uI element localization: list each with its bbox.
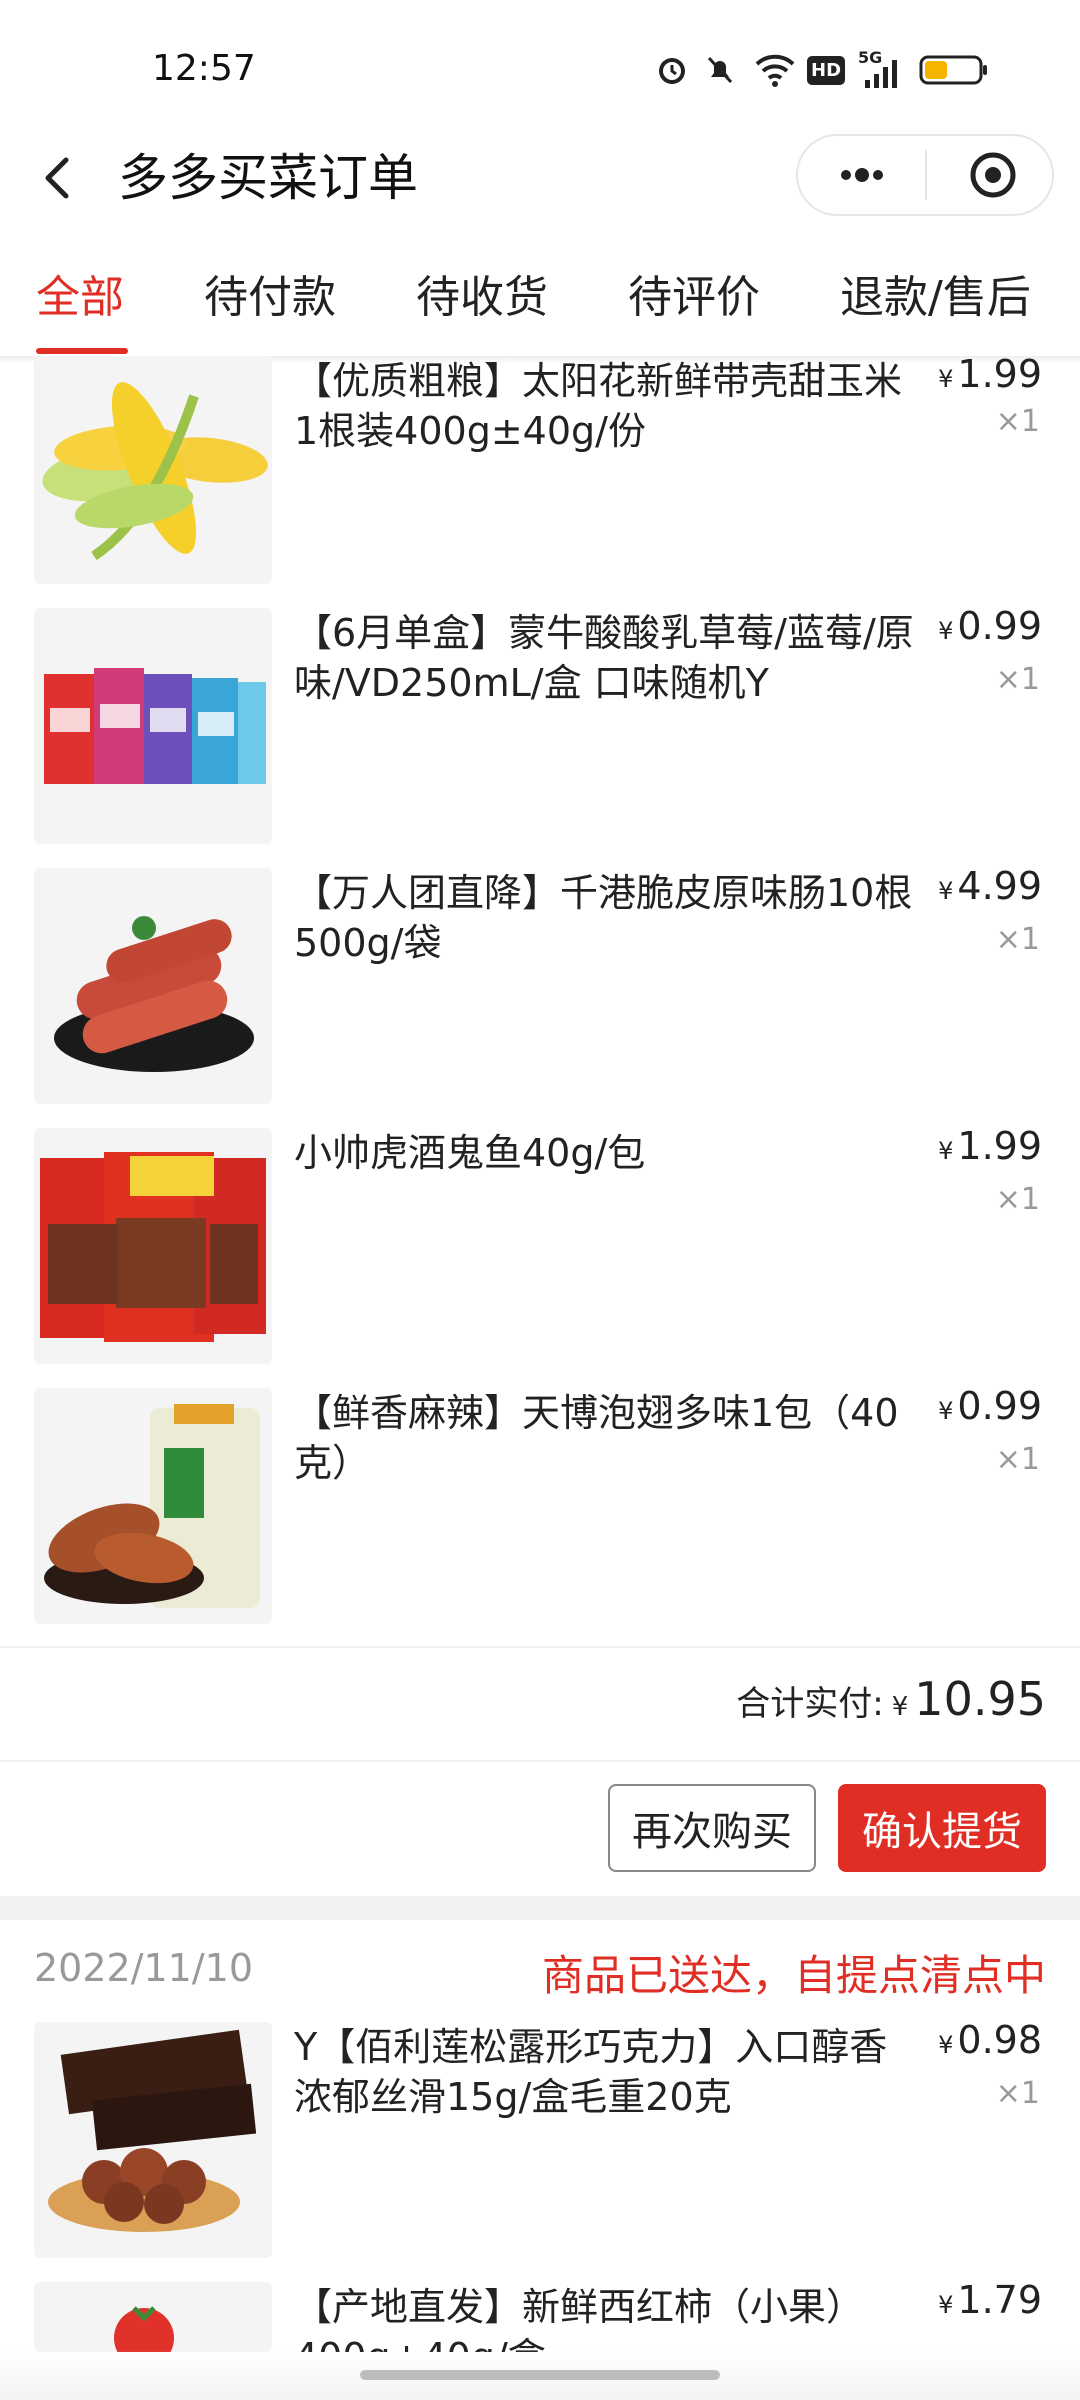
item-quantity: ×1 (995, 1442, 1040, 1477)
divider (0, 1760, 1080, 1762)
currency-symbol: ¥ (891, 1692, 909, 1722)
network-label: 5G (858, 48, 883, 67)
order-status: 商品已送达，自提点清点中 (541, 1951, 1046, 2000)
chevron-left-icon (45, 157, 69, 199)
more-dots-icon (841, 168, 883, 182)
product-image-fish-snack[interactable] (34, 1128, 272, 1364)
product-image-corn[interactable] (34, 356, 272, 584)
item-price: ¥0.98 (938, 2018, 1042, 2062)
item-price: ¥0.99 (938, 1384, 1042, 1428)
currency-symbol: ¥ (938, 877, 954, 905)
order-separator (0, 1896, 1080, 1920)
tab-pending-review[interactable]: 待评价 (628, 268, 760, 328)
currency-symbol: ¥ (938, 365, 954, 393)
product-image-sausage[interactable] (34, 868, 272, 1104)
page-title: 多多买菜订单 (118, 149, 418, 207)
total-label: 合计实付: (736, 1684, 884, 1724)
capsule-divider (925, 150, 927, 200)
item-quantity: ×1 (995, 1182, 1040, 1217)
wifi-icon (752, 50, 798, 90)
mute-icon (700, 50, 740, 90)
yogurt-drink-image (44, 668, 266, 784)
currency-symbol: ¥ (938, 1137, 954, 1165)
signal-icon: 5G (856, 48, 904, 90)
tab-all[interactable]: 全部 (36, 268, 124, 328)
item-price: ¥1.99 (938, 352, 1042, 396)
product-image-yogurt[interactable] (34, 608, 272, 844)
back-button[interactable] (30, 148, 90, 208)
product-image-tomato[interactable] (34, 2282, 272, 2352)
product-image-chicken-wing[interactable] (34, 1388, 272, 1624)
item-price: ¥1.99 (938, 1124, 1042, 1168)
status-time: 12:57 (152, 48, 256, 89)
chicken-wing-image (44, 1404, 260, 1608)
item-quantity: ×1 (995, 404, 1040, 439)
item-price-value: 0.99 (957, 604, 1042, 648)
total-amount: 10.95 (914, 1672, 1046, 1726)
item-price-value: 4.99 (957, 864, 1042, 908)
buy-again-button[interactable]: 再次购买 (608, 1784, 816, 1872)
item-price-value: 1.79 (957, 2278, 1042, 2322)
item-name[interactable]: 【产地直发】新鲜西红柿（小果）400g±40g/盒 (294, 2282, 914, 2352)
item-quantity: ×1 (995, 2076, 1040, 2111)
item-quantity: ×1 (995, 922, 1040, 957)
home-indicator[interactable] (360, 2370, 720, 2380)
sausage-image (54, 916, 254, 1072)
close-mini-program-button[interactable] (963, 150, 1023, 200)
item-price-value: 1.99 (957, 1124, 1042, 1168)
currency-symbol: ¥ (938, 2291, 954, 2319)
tab-refund-aftersale[interactable]: 退款/售后 (840, 268, 1031, 328)
alarm-icon (652, 50, 692, 90)
order-total: 合计实付: ¥ 10.95 (736, 1672, 1046, 1726)
battery-icon (918, 50, 990, 90)
item-price: ¥4.99 (938, 864, 1042, 908)
corn-image (42, 382, 268, 561)
item-price: ¥0.99 (938, 604, 1042, 648)
currency-symbol: ¥ (938, 617, 954, 645)
item-quantity: ×1 (995, 662, 1040, 697)
tab-pending-receipt[interactable]: 待收货 (416, 268, 548, 328)
confirm-pickup-button[interactable]: 确认提货 (838, 1784, 1046, 1872)
order-date: 2022/11/10 (34, 1946, 254, 1990)
hd-label: HD (807, 55, 846, 85)
item-name[interactable]: 【优质粗粮】太阳花新鲜带壳甜玉米1根装400g±40g/份 (294, 356, 914, 456)
tab-pending-payment[interactable]: 待付款 (204, 268, 336, 328)
chocolate-image (48, 2029, 257, 2232)
target-icon (970, 152, 1016, 198)
hd-icon: HD (807, 50, 846, 90)
item-name[interactable]: 【鲜香麻辣】天博泡翅多味1包（40克） (294, 1388, 914, 1488)
item-price: ¥1.79 (938, 2278, 1042, 2322)
item-name[interactable]: Y【佰利莲松露形巧克力】入口醇香浓郁丝滑15g/盒毛重20克 (294, 2022, 914, 2122)
item-price-value: 0.99 (957, 1384, 1042, 1428)
currency-symbol: ¥ (938, 2031, 954, 2059)
item-name[interactable]: 【6月单盒】蒙牛酸酸乳草莓/蓝莓/原味/VD250mL/盒 口味随机Y (294, 608, 914, 708)
item-price-value: 0.98 (957, 2018, 1042, 2062)
item-price-value: 1.99 (957, 352, 1042, 396)
currency-symbol: ¥ (938, 1397, 954, 1425)
tomato-image (114, 2306, 174, 2352)
item-name[interactable]: 小帅虎酒鬼鱼40g/包 (294, 1128, 914, 1178)
item-name[interactable]: 【万人团直降】千港脆皮原味肠10根500g/袋 (294, 868, 914, 968)
active-tab-indicator (36, 348, 128, 354)
product-image-chocolate[interactable] (34, 2022, 272, 2258)
fish-snack-image (40, 1152, 266, 1342)
divider (0, 1646, 1080, 1648)
more-button[interactable] (832, 150, 892, 200)
